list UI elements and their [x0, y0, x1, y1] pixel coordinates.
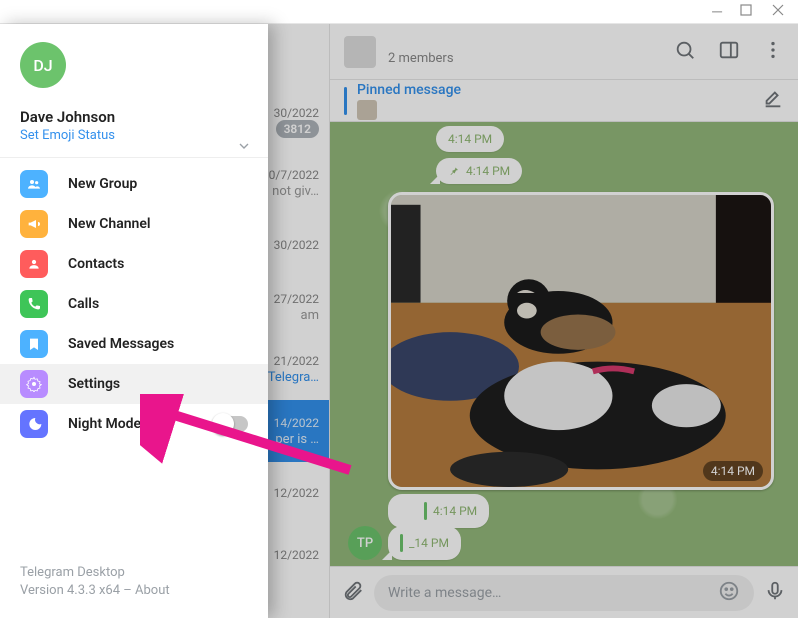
contact-icon	[20, 250, 48, 278]
megaphone-icon	[20, 210, 48, 238]
menu-scrim[interactable]	[268, 24, 798, 618]
app-name: Telegram Desktop	[20, 564, 248, 582]
menu-label: Saved Messages	[68, 336, 174, 352]
menu-night-mode[interactable]: Night Mode	[0, 404, 268, 444]
menu-calls[interactable]: Calls	[0, 284, 268, 324]
phone-icon	[20, 290, 48, 318]
chevron-down-icon[interactable]	[236, 138, 252, 158]
menu-new-group[interactable]: New Group	[0, 164, 268, 204]
app-version[interactable]: Version 4.3.3 x64 – About	[20, 582, 248, 600]
night-mode-toggle[interactable]	[214, 416, 248, 432]
hamburger-menu: DJ Dave Johnson Set Emoji Status New Gro…	[0, 24, 268, 618]
emoji-status-link[interactable]: Set Emoji Status	[20, 128, 248, 143]
menu-label: New Channel	[68, 216, 151, 232]
gear-icon	[20, 370, 48, 398]
window-min[interactable]: ─	[712, 5, 720, 19]
moon-icon	[20, 410, 48, 438]
window-titlebar: ─	[0, 0, 798, 24]
window-close[interactable]	[772, 4, 784, 19]
profile-name: Dave Johnson	[20, 108, 248, 126]
menu-contacts[interactable]: Contacts	[0, 244, 268, 284]
menu-label: Settings	[68, 376, 120, 392]
menu-new-channel[interactable]: New Channel	[0, 204, 268, 244]
menu-label: New Group	[68, 176, 137, 192]
menu-label: Night Mode	[68, 416, 141, 432]
menu-label: Calls	[68, 296, 99, 312]
bookmark-icon	[20, 330, 48, 358]
group-icon	[20, 170, 48, 198]
window-max[interactable]	[740, 4, 752, 19]
profile-avatar[interactable]: DJ	[20, 42, 66, 88]
drawer-footer: Telegram Desktop Version 4.3.3 x64 – Abo…	[0, 548, 268, 618]
menu-settings[interactable]: Settings	[0, 364, 268, 404]
menu-saved[interactable]: Saved Messages	[0, 324, 268, 364]
menu-label: Contacts	[68, 256, 124, 272]
